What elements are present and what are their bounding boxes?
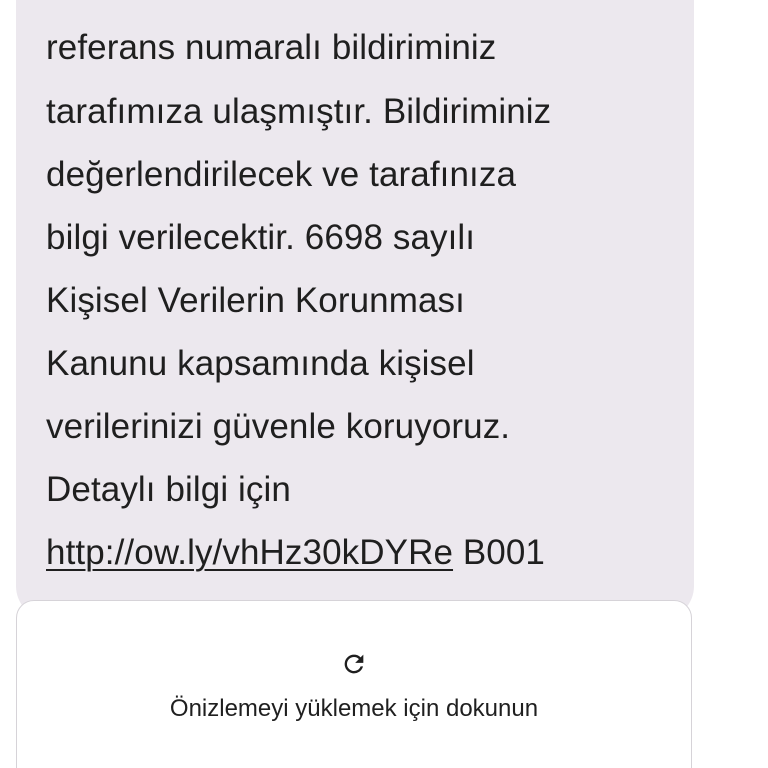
message-line: Detaylı bilgi için <box>46 470 291 509</box>
refresh-icon[interactable] <box>340 650 368 678</box>
message-line: bilgi verilecektir. 6698 sayılı <box>46 218 476 257</box>
message-line: Kişisel Verilerin Korunması <box>46 281 465 320</box>
link-preview-card[interactable] <box>16 600 692 768</box>
message-suffix: B001 <box>453 533 545 572</box>
message-line: Kanunu kapsamında kişisel <box>46 344 475 383</box>
message-screen: referans numaralı bildiriminiz tarafımız… <box>0 0 768 768</box>
message-line: tarafımıza ulaşmıştır. Bildiriminiz <box>46 92 552 131</box>
preview-tap-label: Önizlemeyi yüklemek için dokunun <box>169 695 539 722</box>
message-line: referans numaralı bildiriminiz <box>46 28 497 67</box>
message-line: değerlendirilecek ve tarafınıza <box>46 155 517 194</box>
message-link[interactable]: http://ow.ly/vhHz30kDYRe <box>46 533 453 572</box>
message-line: verilerinizi güvenle koruyoruz. <box>46 407 511 446</box>
message-link-line: http://ow.ly/vhHz30kDYRe B001 <box>46 533 545 573</box>
